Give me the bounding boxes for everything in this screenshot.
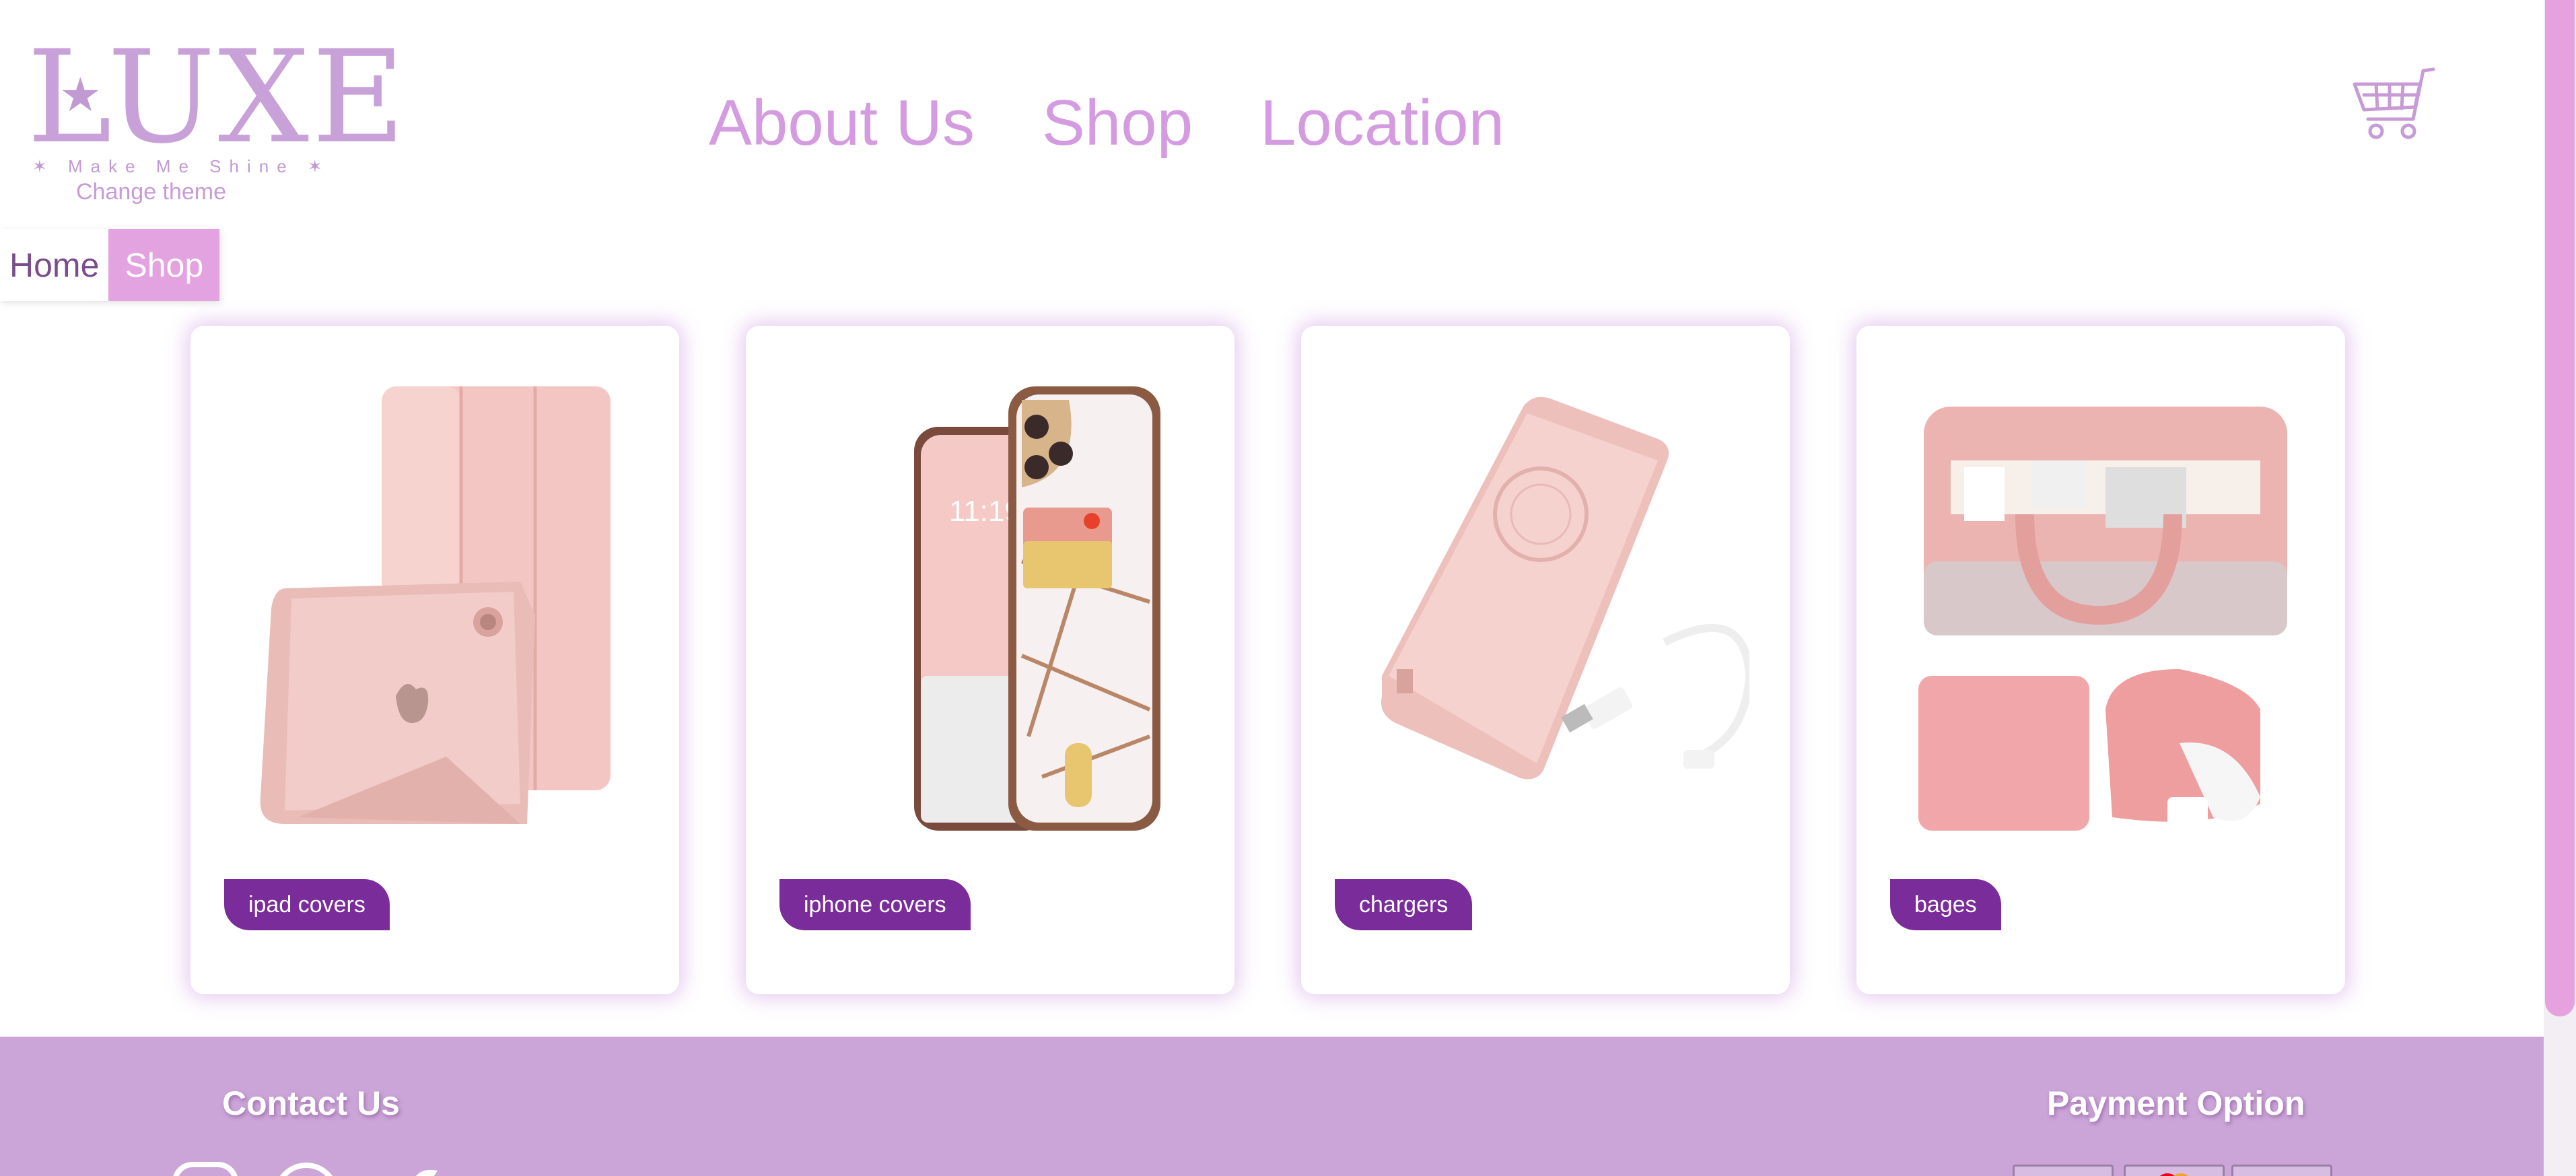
pink-power-bank-image (1381, 396, 1749, 780)
breadcrumb-shop[interactable]: Shop (108, 229, 220, 301)
mastercard-icon (2124, 1165, 2225, 1176)
logo-star-icon: ★ (59, 69, 102, 121)
product-card-chargers[interactable]: chargers (1301, 326, 1790, 994)
contact-us-heading: Contact Us (222, 1084, 400, 1122)
breadcrumb: Home Shop (0, 229, 220, 301)
main-nav: About Us Shop Location (709, 86, 1504, 160)
product-card-ipad-covers[interactable]: ipad covers (190, 326, 679, 994)
instagram-icon[interactable] (172, 1161, 239, 1176)
payment-card-3-icon (2231, 1165, 2332, 1176)
nav-shop[interactable]: Shop (1042, 86, 1193, 160)
category-tag[interactable]: iphone covers (779, 879, 971, 930)
cart-icon[interactable] (2349, 64, 2443, 145)
nav-about-us[interactable]: About Us (709, 86, 975, 160)
logo-tagline: ✶ Make Me Shine ✶ (32, 156, 330, 176)
scrollbar-thumb[interactable] (2545, 0, 2575, 1016)
payment-option-heading: Payment Option (2047, 1084, 2305, 1122)
pink-ipad-case-image (260, 386, 611, 824)
nav-location[interactable]: Location (1260, 86, 1504, 160)
facebook-icon[interactable] (273, 1161, 340, 1176)
payment-card-1-icon (2013, 1165, 2114, 1176)
footer: Contact Us Payment Option (0, 1037, 2544, 1176)
product-card-bages[interactable]: bages (1856, 326, 2345, 994)
category-tag[interactable]: ipad covers (224, 879, 390, 930)
twitter-icon[interactable] (377, 1161, 444, 1176)
product-card-iphone-covers[interactable]: 11:19 iphone covers (746, 326, 1234, 994)
pink-marble-iphone-case-image: 11:19 (914, 386, 1160, 831)
pink-laptop-bag-set-image (1918, 407, 2287, 836)
change-theme-link[interactable]: Change theme (76, 179, 226, 205)
breadcrumb-home[interactable]: Home (0, 229, 109, 301)
category-tag[interactable]: bages (1890, 879, 2001, 930)
category-tag[interactable]: chargers (1335, 879, 1473, 930)
